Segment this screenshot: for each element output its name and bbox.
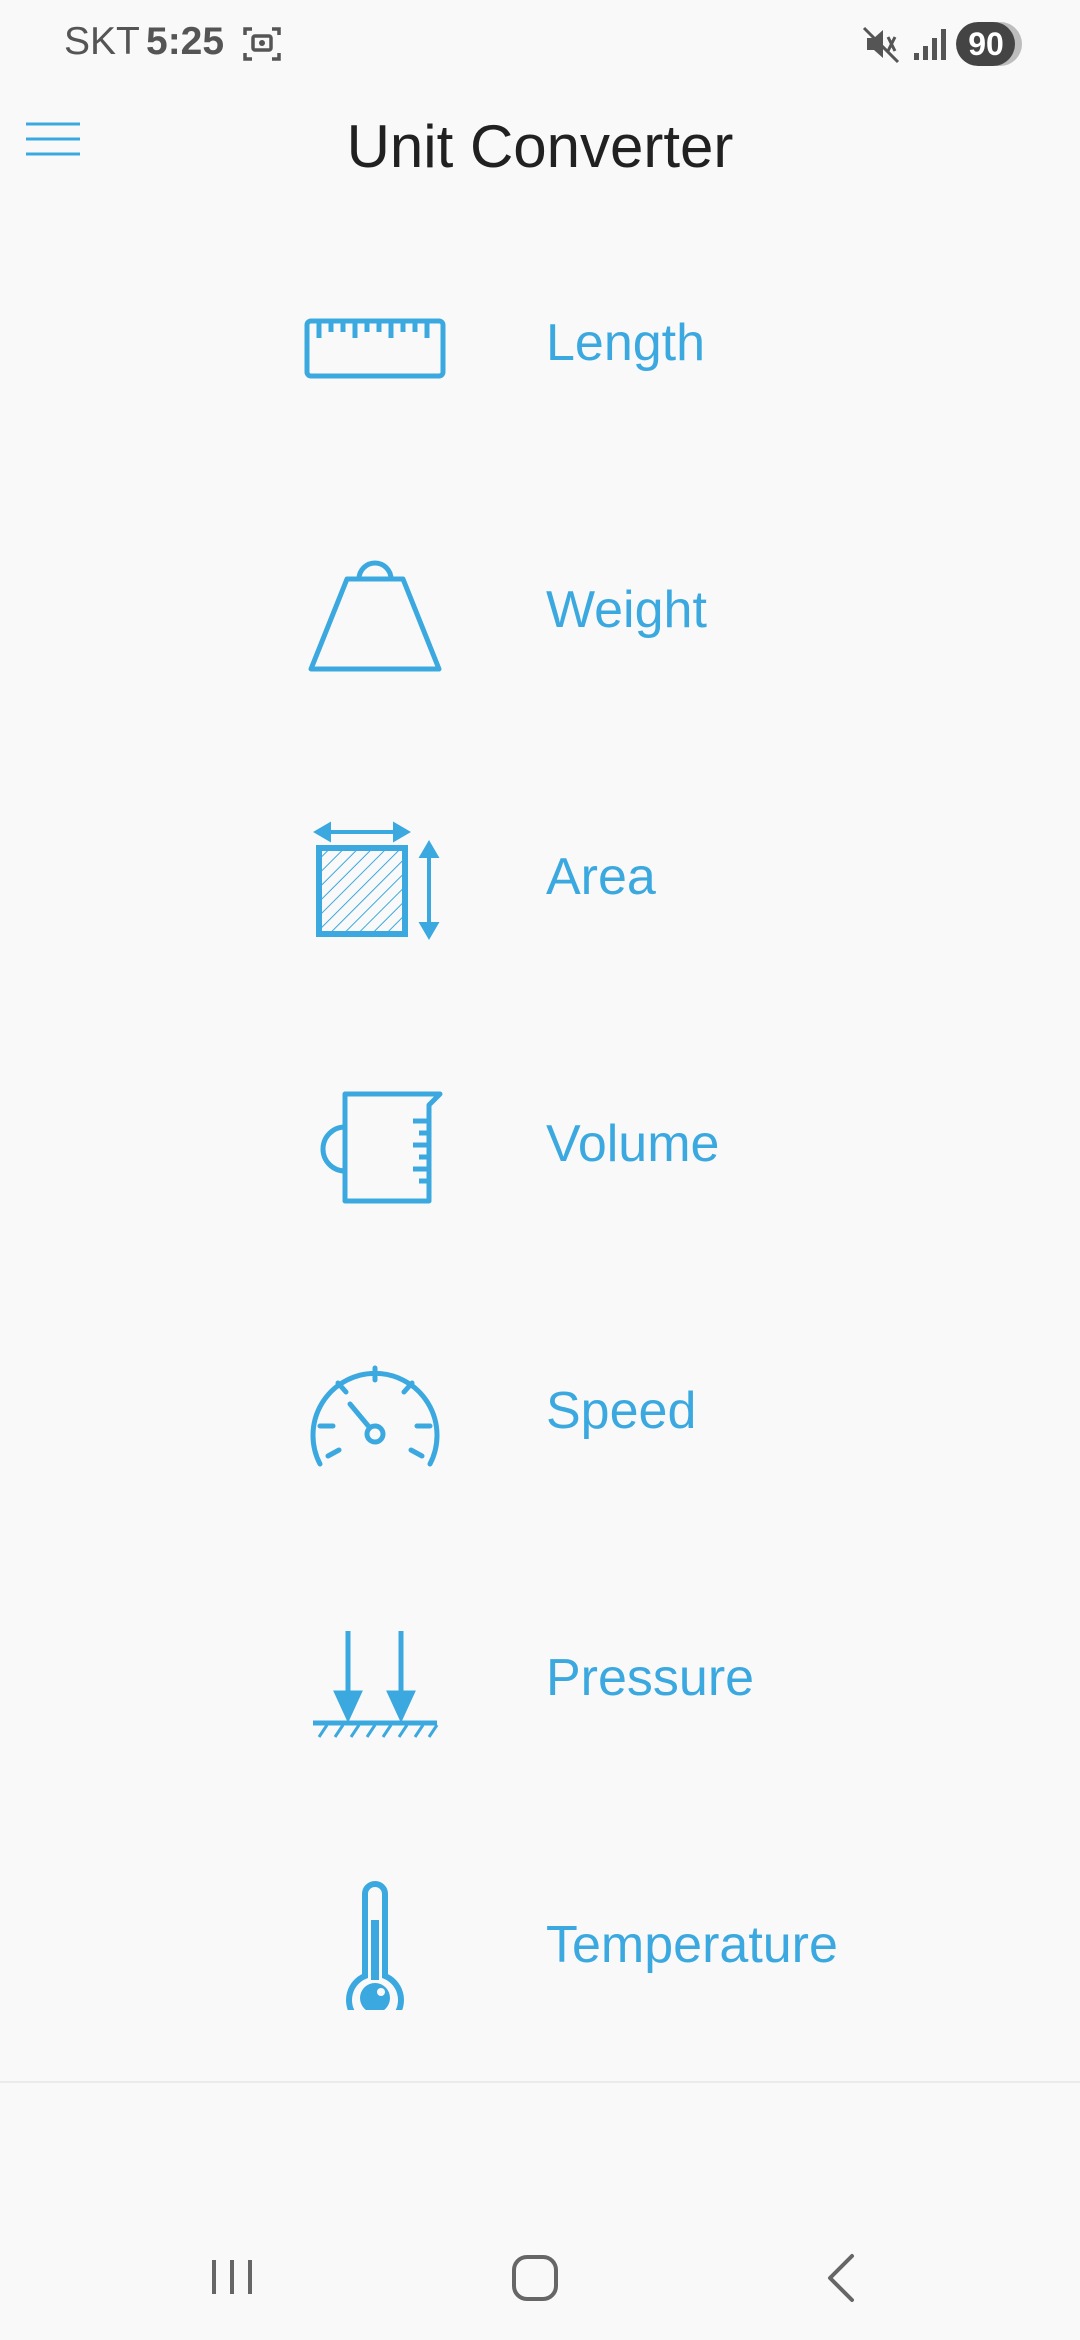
unit-item-weight[interactable]: Weight xyxy=(0,477,1080,744)
battery-level: 90 xyxy=(968,26,1004,62)
unit-item-pressure[interactable]: Pressure xyxy=(0,1545,1080,1812)
status-bar: SKT 5:25 90 xyxy=(0,0,1080,90)
divider xyxy=(0,2081,1080,2083)
unit-label: Area xyxy=(546,848,656,906)
unit-item-speed[interactable]: Speed xyxy=(0,1278,1080,1545)
measuring-cup-icon xyxy=(320,1091,443,1204)
mute-icon xyxy=(862,26,900,64)
weight-icon xyxy=(308,560,442,672)
unit-label: Temperature xyxy=(546,1916,838,1974)
unit-item-volume[interactable]: Volume xyxy=(0,1011,1080,1278)
unit-item-temperature[interactable]: Temperature xyxy=(0,1812,1080,2079)
unit-item-area[interactable]: Area xyxy=(0,744,1080,1011)
unit-item-length[interactable]: Length xyxy=(0,210,1080,477)
unit-label: Weight xyxy=(546,581,707,639)
back-icon[interactable] xyxy=(810,2248,870,2308)
status-time: 5:25 xyxy=(146,20,225,63)
unit-label: Speed xyxy=(546,1382,697,1440)
page-title: Unit Converter xyxy=(346,113,734,180)
unit-label: Pressure xyxy=(546,1649,755,1707)
ruler-icon xyxy=(304,318,446,379)
unit-label: Length xyxy=(546,314,706,372)
unit-label: Volume xyxy=(546,1115,720,1173)
navigation-bar xyxy=(0,2200,1080,2340)
home-icon[interactable] xyxy=(505,2250,565,2306)
recent-apps-icon[interactable] xyxy=(200,2252,264,2302)
screen: SKT 5:25 90 Unit Converter Length Weight… xyxy=(0,0,1080,2340)
thermometer-icon xyxy=(346,1881,404,2010)
pressure-icon xyxy=(313,1631,439,1738)
screenshot-icon xyxy=(243,27,281,61)
signal-icon xyxy=(914,29,946,60)
app-bar: Unit Converter xyxy=(0,90,1080,210)
battery-icon: 90 xyxy=(956,22,1022,66)
carrier-name: SKT xyxy=(64,20,140,63)
area-icon xyxy=(313,821,440,940)
speedometer-icon xyxy=(310,1365,440,1467)
unit-list: Length Weight Area Volume Speed Pressure… xyxy=(0,210,1080,2079)
